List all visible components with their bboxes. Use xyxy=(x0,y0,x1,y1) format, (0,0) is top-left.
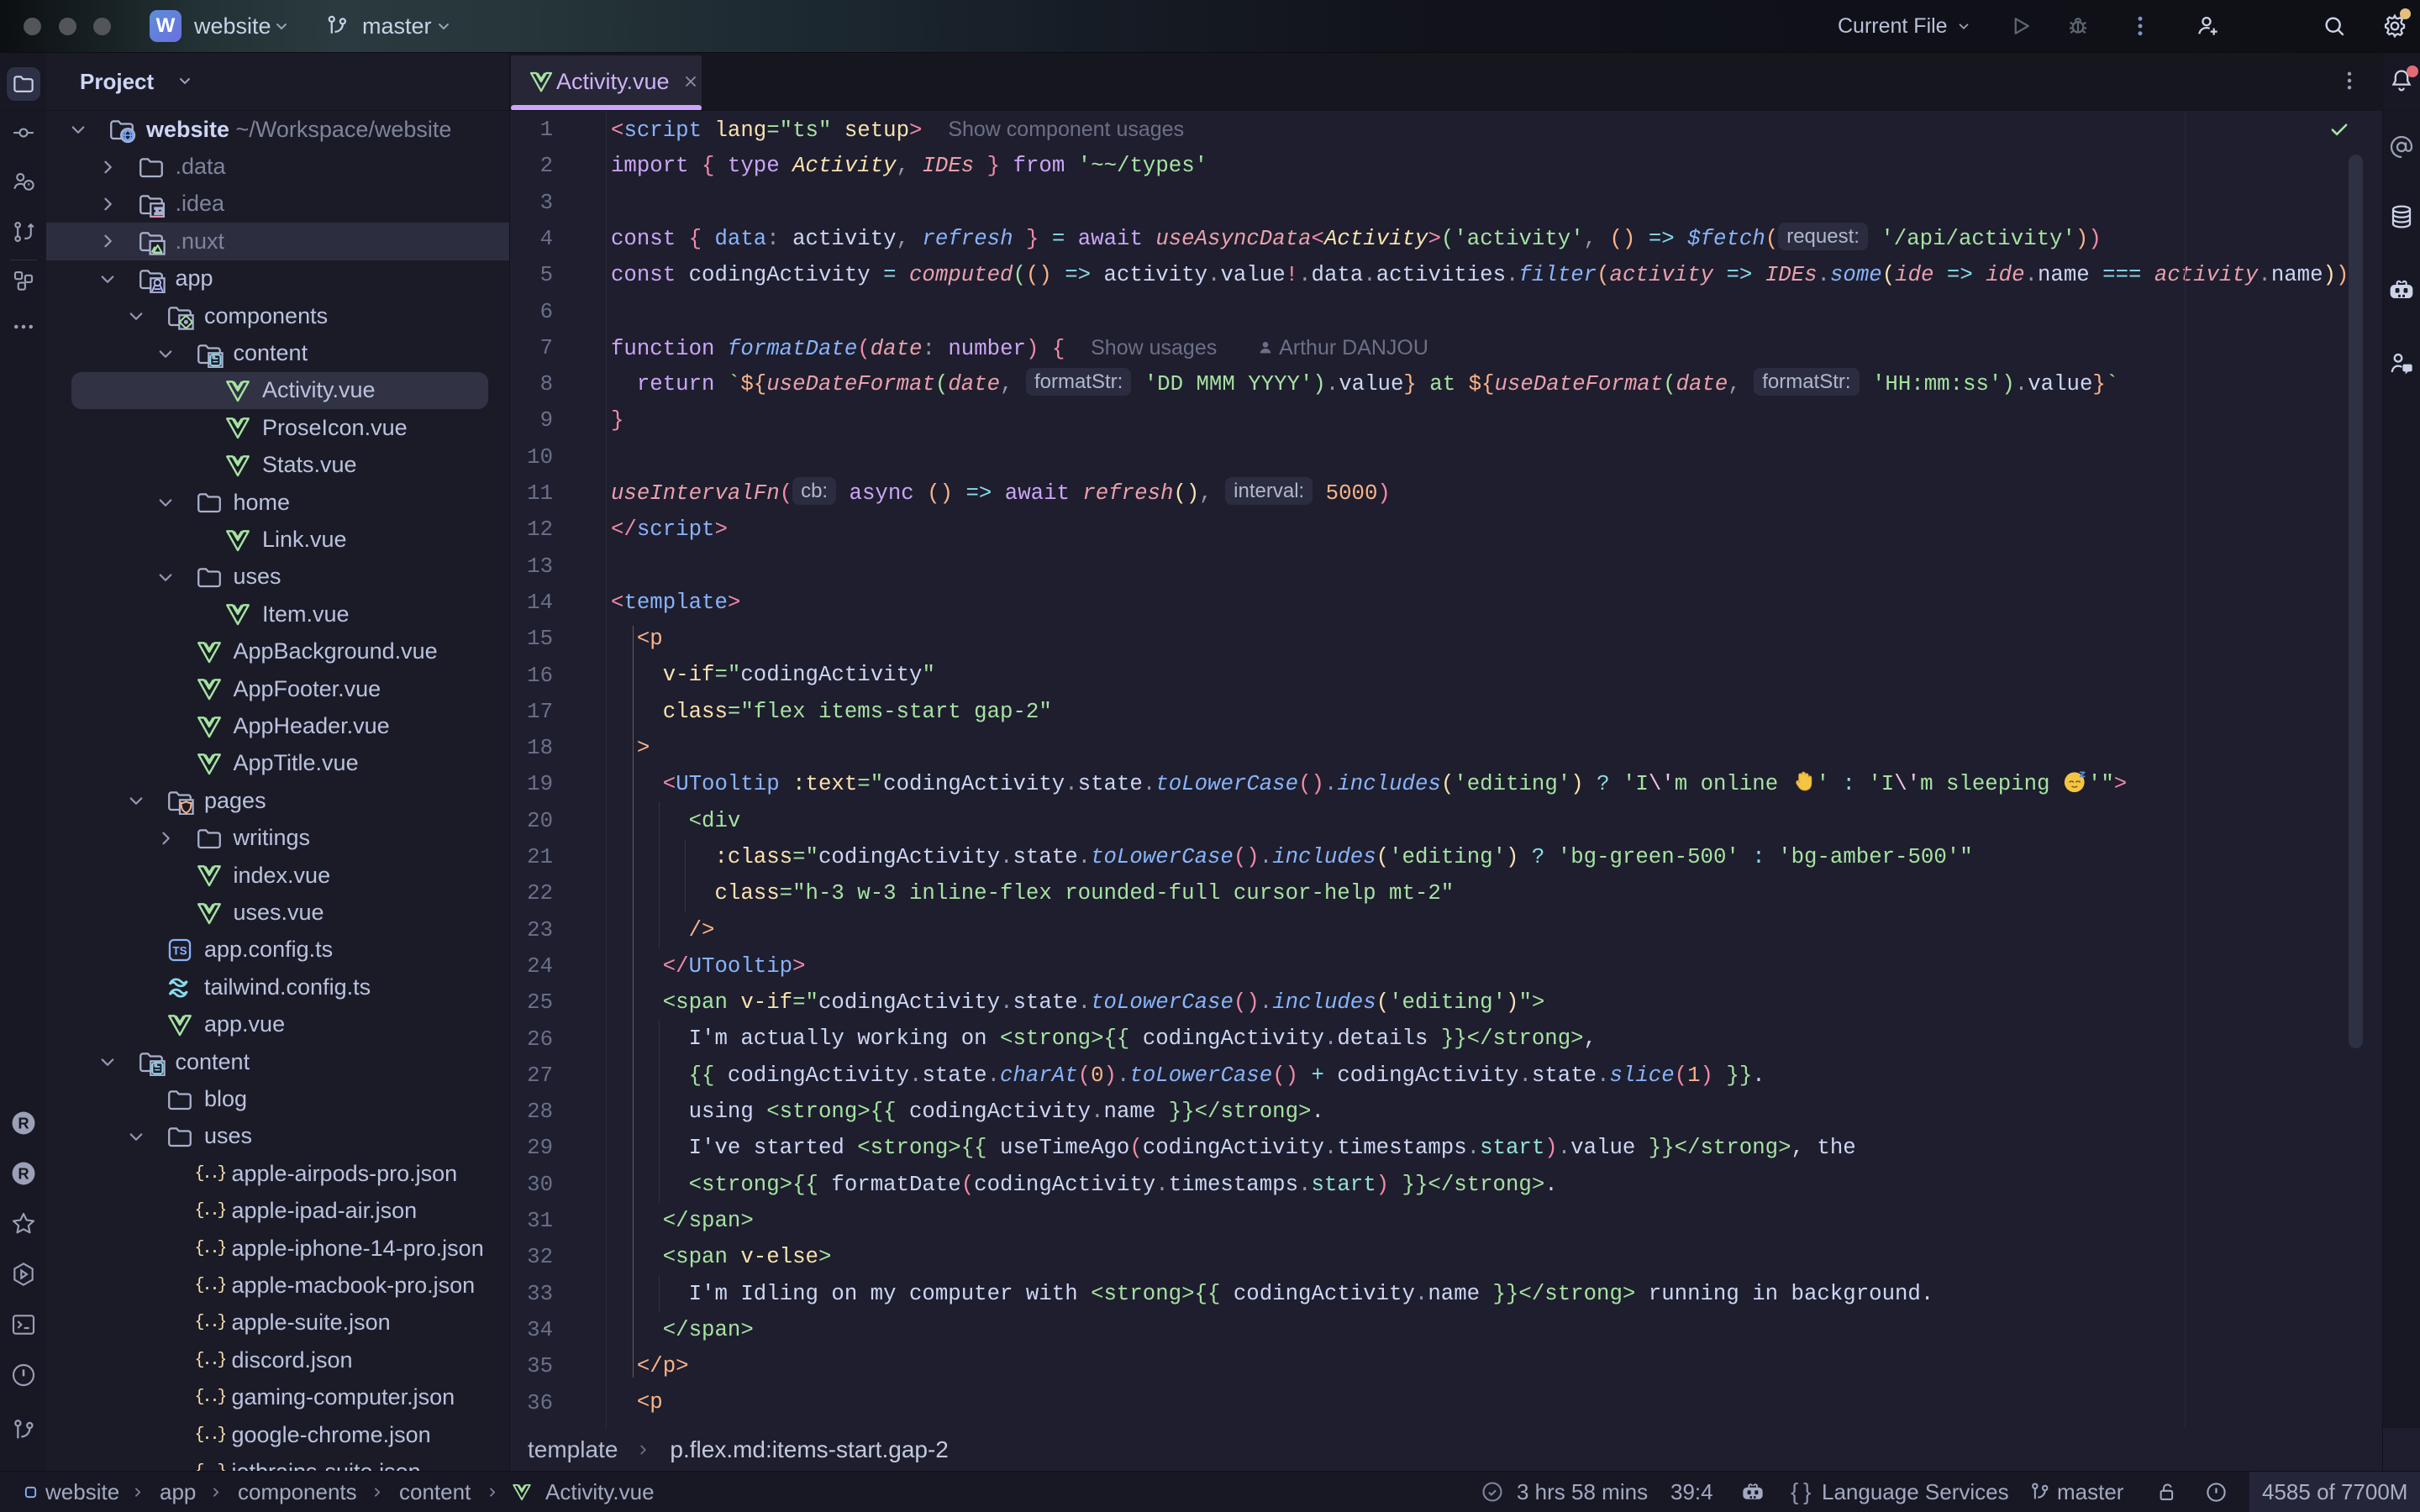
svg-text:R: R xyxy=(18,1164,29,1182)
svg-text:R: R xyxy=(18,1114,29,1131)
svg-text:TS: TS xyxy=(172,945,187,958)
